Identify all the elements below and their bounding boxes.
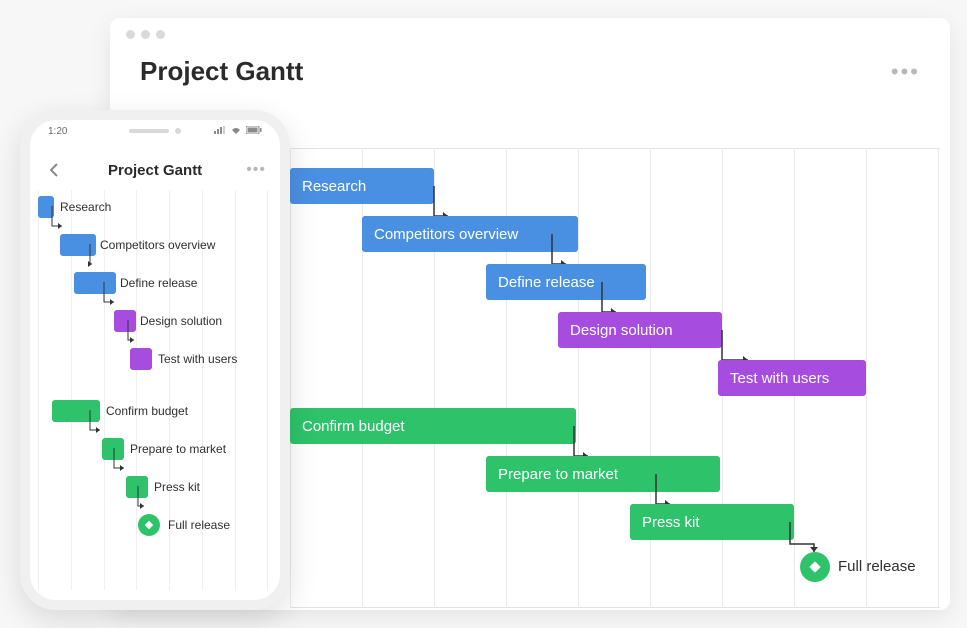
task-label: Test with users <box>158 352 237 366</box>
battery-icon <box>246 126 262 137</box>
task-bar-research[interactable]: Research <box>290 168 434 204</box>
signal-icon <box>214 126 226 137</box>
task-label: Define release <box>120 276 197 290</box>
chevron-left-icon <box>49 163 59 177</box>
task-bar-press[interactable]: Press kit <box>630 504 794 540</box>
task-bar-research[interactable] <box>38 196 54 218</box>
task-bar-test[interactable]: Test with users <box>718 360 866 396</box>
task-label: Confirm budget <box>106 404 188 418</box>
task-label: Prepare to market <box>130 442 226 456</box>
task-label: Competitors overview <box>374 226 518 243</box>
milestone-full-release[interactable] <box>800 552 830 582</box>
task-bar-competitors[interactable] <box>60 234 96 256</box>
traffic-light-dot[interactable] <box>156 30 165 39</box>
task-label: Research <box>60 200 111 214</box>
task-bar-press[interactable] <box>126 476 148 498</box>
task-label: Prepare to market <box>498 466 618 483</box>
traffic-light-dot[interactable] <box>126 30 135 39</box>
diamond-icon <box>144 520 154 530</box>
traffic-light-dot[interactable] <box>141 30 150 39</box>
task-bar-design[interactable]: Design solution <box>558 312 722 348</box>
wifi-icon <box>230 126 242 137</box>
task-label: Define release <box>498 274 595 291</box>
phone-notch <box>105 120 205 142</box>
status-time: 1:20 <box>48 126 67 137</box>
window-controls[interactable] <box>126 30 165 39</box>
task-label: Press kit <box>642 514 700 531</box>
page-title: Project Gantt <box>108 162 202 179</box>
task-label: Press kit <box>154 480 200 494</box>
task-label: Competitors overview <box>100 238 215 252</box>
more-menu-button[interactable]: ••• <box>891 59 920 85</box>
more-menu-button[interactable]: ••• <box>246 161 266 179</box>
task-label: Confirm budget <box>302 418 405 435</box>
milestone-label: Full release <box>838 558 916 575</box>
gantt-chart-desktop: Research Competitors overview Define rel… <box>290 128 940 608</box>
milestone-label: Full release <box>168 518 230 532</box>
task-bar-budget[interactable] <box>52 400 100 422</box>
desktop-header: Project Gantt ••• <box>110 18 950 97</box>
milestone-full-release[interactable] <box>138 514 160 536</box>
diamond-icon <box>808 560 822 574</box>
phone-header: Project Gantt ••• <box>30 150 280 188</box>
task-bar-competitors[interactable]: Competitors overview <box>362 216 578 252</box>
gantt-chart-mobile: Research Competitors overview Define rel… <box>38 190 272 590</box>
task-bar-define[interactable] <box>74 272 116 294</box>
task-bar-define[interactable]: Define release <box>486 264 646 300</box>
task-bar-market[interactable] <box>102 438 124 460</box>
task-bar-design[interactable] <box>114 310 136 332</box>
page-title: Project Gantt <box>140 56 303 87</box>
task-label: Test with users <box>730 370 829 387</box>
phone-frame: 1:20 Project Gantt ••• <box>20 110 290 610</box>
task-bar-budget[interactable]: Confirm budget <box>290 408 576 444</box>
task-label: Design solution <box>570 322 673 339</box>
task-bar-market[interactable]: Prepare to market <box>486 456 720 492</box>
task-bar-test[interactable] <box>130 348 152 370</box>
task-label: Research <box>302 178 366 195</box>
task-label: Design solution <box>140 314 222 328</box>
back-button[interactable] <box>44 160 64 180</box>
